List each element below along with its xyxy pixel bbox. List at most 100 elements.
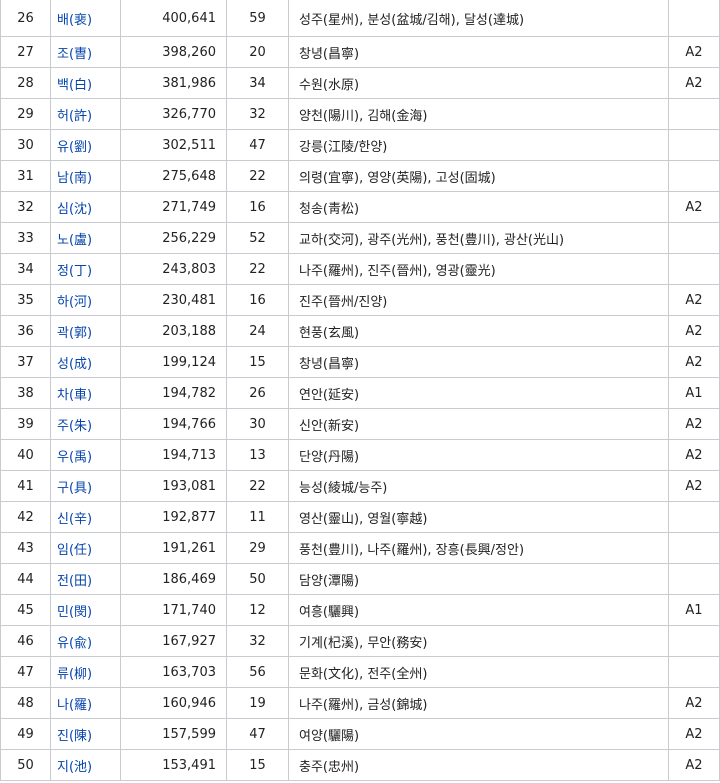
origin-cell: 교하(交河), 광주(光州), 풍천(豊川), 광산(光山) <box>288 222 669 254</box>
table-row: 50 지(池) 153,491 15 충주(忠州) A2 <box>0 749 720 781</box>
clan-count-cell: 16 <box>226 191 289 223</box>
surname-cell: 차(車) <box>50 377 121 409</box>
clan-count-cell: 15 <box>226 346 289 378</box>
origin-cell: 의령(宜寧), 영양(英陽), 고성(固城) <box>288 160 669 192</box>
surname-link[interactable]: 조(曺) <box>57 47 92 62</box>
surname-link[interactable]: 성(成) <box>57 357 92 372</box>
clan-count-cell: 32 <box>226 98 289 130</box>
surname-link[interactable]: 하(河) <box>57 295 92 310</box>
surname-link[interactable]: 차(車) <box>57 388 92 403</box>
clan-count-cell: 56 <box>226 656 289 688</box>
population-cell: 160,946 <box>120 687 227 719</box>
surname-link[interactable]: 배(裵) <box>57 13 92 28</box>
grade-cell <box>668 532 720 564</box>
rank-cell: 47 <box>0 656 51 688</box>
surname-link[interactable]: 민(閔) <box>57 605 92 620</box>
surname-link[interactable]: 진(陳) <box>57 729 92 744</box>
clan-count-cell: 34 <box>226 67 289 99</box>
surname-link[interactable]: 신(辛) <box>57 512 92 527</box>
origin-cell: 능성(綾城/능주) <box>288 470 669 502</box>
origin-cell: 성주(星州), 분성(盆城/김해), 달성(達城) <box>288 0 669 37</box>
population-cell: 275,648 <box>120 160 227 192</box>
table-row: 46 유(兪) 167,927 32 기계(杞溪), 무안(務安) <box>0 625 720 657</box>
surname-link[interactable]: 유(兪) <box>57 636 92 651</box>
surname-cell: 정(丁) <box>50 253 121 285</box>
table-row: 39 주(朱) 194,766 30 신안(新安) A2 <box>0 408 720 440</box>
table-row: 41 구(具) 193,081 22 능성(綾城/능주) A2 <box>0 470 720 502</box>
surname-link[interactable]: 정(丁) <box>57 264 92 279</box>
population-cell: 192,877 <box>120 501 227 533</box>
surname-link[interactable]: 주(朱) <box>57 419 92 434</box>
rank-cell: 32 <box>0 191 51 223</box>
population-cell: 157,599 <box>120 718 227 750</box>
population-cell: 191,261 <box>120 532 227 564</box>
origin-cell: 문화(文化), 전주(全州) <box>288 656 669 688</box>
population-cell: 256,229 <box>120 222 227 254</box>
grade-cell <box>668 98 720 130</box>
origin-cell: 수원(水原) <box>288 67 669 99</box>
surname-link[interactable]: 허(許) <box>57 109 92 124</box>
surname-cell: 백(白) <box>50 67 121 99</box>
grade-cell: A2 <box>668 408 720 440</box>
grade-cell: A2 <box>668 315 720 347</box>
population-cell: 163,703 <box>120 656 227 688</box>
rank-cell: 50 <box>0 749 51 781</box>
table-row: 48 나(羅) 160,946 19 나주(羅州), 금성(錦城) A2 <box>0 687 720 719</box>
surname-link[interactable]: 전(田) <box>57 574 92 589</box>
clan-count-cell: 15 <box>226 749 289 781</box>
surname-link[interactable]: 우(禹) <box>57 450 92 465</box>
surname-link[interactable]: 심(沈) <box>57 202 92 217</box>
table-row: 36 곽(郭) 203,188 24 현풍(玄風) A2 <box>0 315 720 347</box>
surname-link[interactable]: 지(池) <box>57 760 92 775</box>
rank-cell: 46 <box>0 625 51 657</box>
grade-cell <box>668 563 720 595</box>
surname-cell: 심(沈) <box>50 191 121 223</box>
rank-cell: 34 <box>0 253 51 285</box>
grade-cell: A2 <box>668 36 720 68</box>
surname-cell: 노(盧) <box>50 222 121 254</box>
origin-cell: 담양(潭陽) <box>288 563 669 595</box>
rank-cell: 48 <box>0 687 51 719</box>
surname-link[interactable]: 유(劉) <box>57 140 92 155</box>
surname-link[interactable]: 류(柳) <box>57 667 92 682</box>
surname-link[interactable]: 임(任) <box>57 543 92 558</box>
population-cell: 326,770 <box>120 98 227 130</box>
surname-link[interactable]: 곽(郭) <box>57 326 92 341</box>
table-row: 45 민(閔) 171,740 12 여흥(驪興) A1 <box>0 594 720 626</box>
table-row: 31 남(南) 275,648 22 의령(宜寧), 영양(英陽), 고성(固城) <box>0 160 720 192</box>
origin-cell: 풍천(豊川), 나주(羅州), 장흥(長興/정안) <box>288 532 669 564</box>
surname-cell: 전(田) <box>50 563 121 595</box>
rank-cell: 29 <box>0 98 51 130</box>
surname-link[interactable]: 구(具) <box>57 481 92 496</box>
rank-cell: 26 <box>0 0 51 37</box>
surname-cell: 조(曺) <box>50 36 121 68</box>
surname-link[interactable]: 남(南) <box>57 171 92 186</box>
origin-cell: 여흥(驪興) <box>288 594 669 626</box>
grade-cell: A2 <box>668 749 720 781</box>
surname-cell: 우(禹) <box>50 439 121 471</box>
grade-cell: A2 <box>668 439 720 471</box>
surname-link[interactable]: 백(白) <box>57 78 92 93</box>
surname-cell: 민(閔) <box>50 594 121 626</box>
table-row: 37 성(成) 199,124 15 창녕(昌寧) A2 <box>0 346 720 378</box>
surname-cell: 신(辛) <box>50 501 121 533</box>
clan-count-cell: 32 <box>226 625 289 657</box>
surname-cell: 남(南) <box>50 160 121 192</box>
grade-cell: A2 <box>668 346 720 378</box>
rank-cell: 49 <box>0 718 51 750</box>
rank-cell: 37 <box>0 346 51 378</box>
population-cell: 194,713 <box>120 439 227 471</box>
surname-link[interactable]: 노(盧) <box>57 233 92 248</box>
origin-cell: 청송(靑松) <box>288 191 669 223</box>
origin-cell: 강릉(江陵/한양) <box>288 129 669 161</box>
clan-count-cell: 59 <box>226 0 289 37</box>
surname-cell: 성(成) <box>50 346 121 378</box>
grade-cell <box>668 0 720 37</box>
grade-cell: A1 <box>668 594 720 626</box>
table-body: 26 배(裵) 400,641 59 성주(星州), 분성(盆城/김해), 달성(達城)… <box>0 0 720 781</box>
rank-cell: 38 <box>0 377 51 409</box>
surname-cell: 나(羅) <box>50 687 121 719</box>
surname-table: 26 배(裵) 400,641 59 성주(星州), 분성(盆城/김해), 달성(達城)… <box>0 0 720 781</box>
surname-cell: 허(許) <box>50 98 121 130</box>
surname-link[interactable]: 나(羅) <box>57 698 92 713</box>
